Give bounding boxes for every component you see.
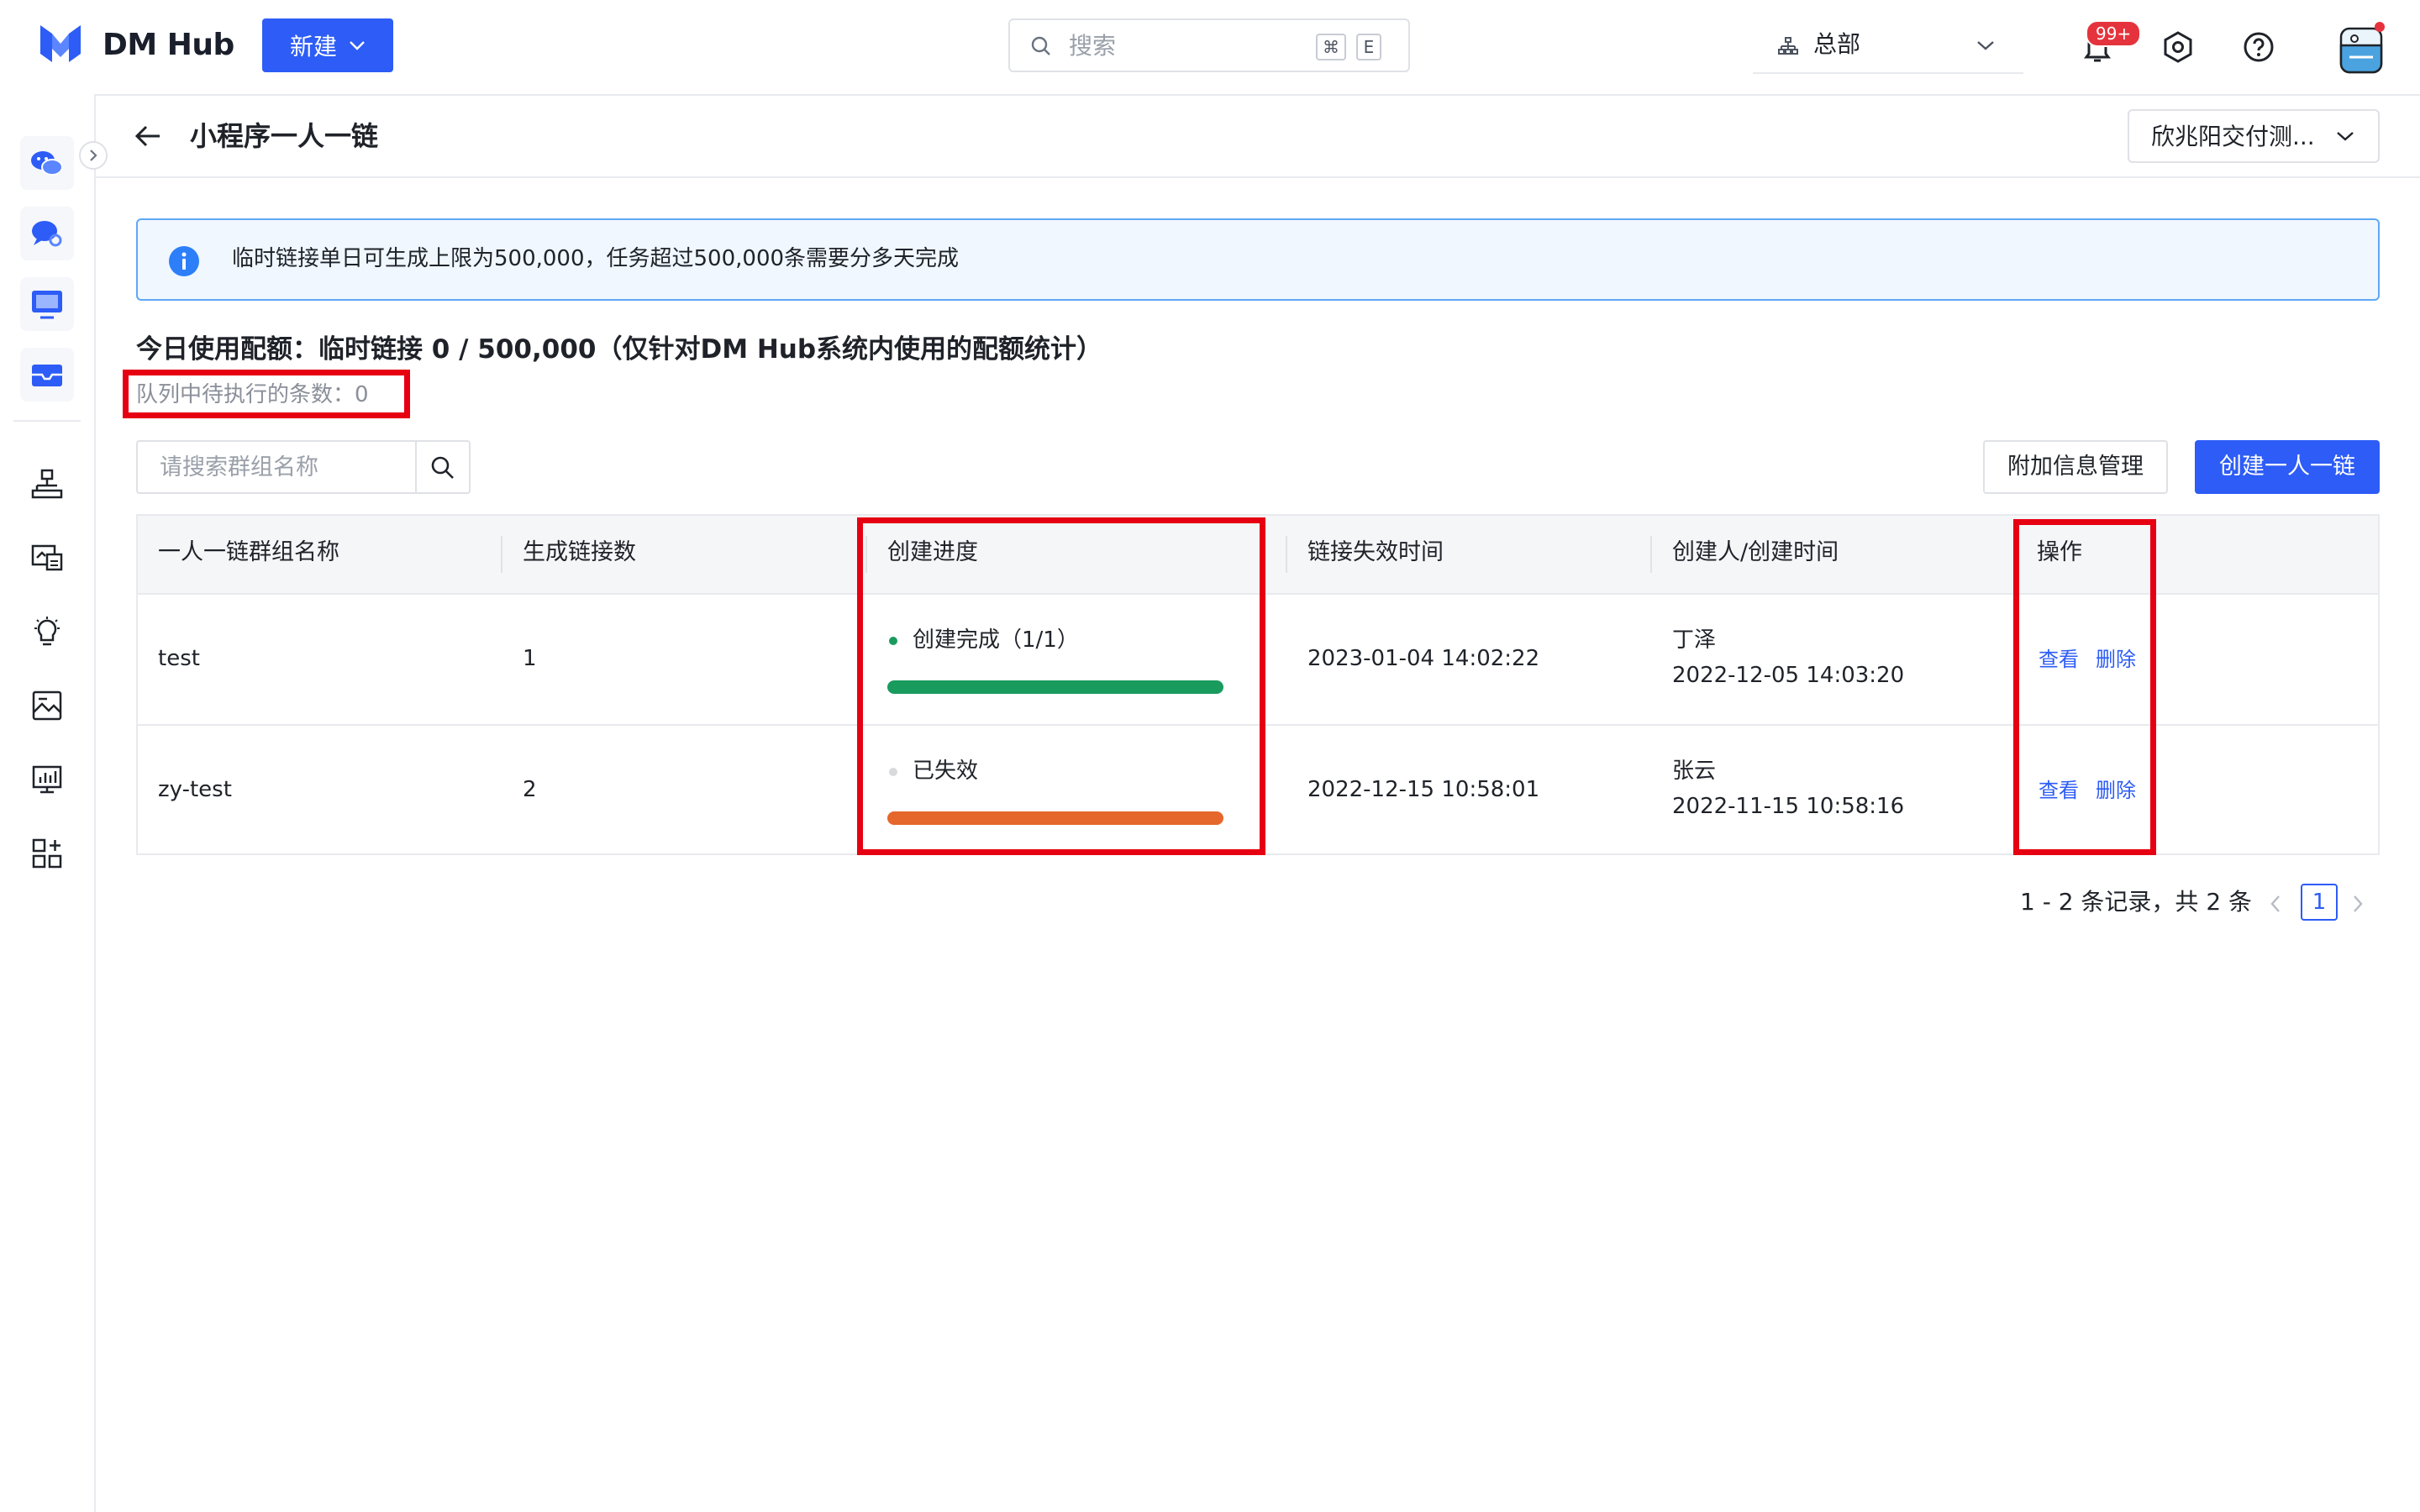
extra-info-button[interactable]: 附加信息管理	[1983, 440, 2168, 494]
info-banner: 临时链接单日可生成上限为500,000，任务超过500,000条需要分多天完成	[136, 218, 2380, 301]
create-link-button[interactable]: 创建一人一链	[2195, 440, 2380, 494]
search-icon	[430, 455, 455, 480]
chevron-down-icon	[1976, 40, 1995, 50]
row-expire-time: 2023-01-04 14:02:22	[1307, 646, 1540, 671]
col-divider	[501, 536, 502, 573]
new-button-label: 新建	[289, 33, 337, 60]
help-icon[interactable]	[2242, 30, 2275, 64]
pagination-summary: 1 - 2 条记录，共 2 条	[2020, 888, 2253, 916]
info-text: 临时链接单日可生成上限为500,000，任务超过500,000条需要分多天完成	[232, 246, 960, 271]
row-name: zy-test	[158, 777, 232, 802]
user-avatar[interactable]	[2336, 20, 2386, 74]
col-header-count: 生成链接数	[523, 539, 636, 565]
row-count: 2	[523, 777, 537, 802]
chevron-down-icon	[2336, 131, 2354, 141]
shortcut-cmd-key: ⌘	[1316, 34, 1346, 60]
info-icon	[168, 245, 200, 277]
global-search-input[interactable]: 搜索 ⌘ E	[1008, 18, 1410, 72]
monitor-icon[interactable]	[20, 277, 74, 331]
dashboard-icon[interactable]	[30, 541, 64, 575]
col-header-expire: 链接失效时间	[1307, 539, 1444, 565]
chevron-down-icon	[349, 40, 366, 50]
col-divider	[1286, 536, 1287, 573]
brand-name: DM Hub	[103, 28, 234, 62]
highlight-box-actions	[2013, 519, 2156, 855]
row-creator: 张云	[1672, 759, 1717, 784]
wechat-icon[interactable]	[20, 136, 74, 190]
prev-page-icon[interactable]	[2269, 894, 2282, 914]
account-selector[interactable]: 欣兆阳交付测...	[2128, 109, 2380, 163]
row-creator: 丁泽	[1672, 627, 1717, 653]
image-chart-icon[interactable]	[30, 689, 64, 722]
account-label: 欣兆阳交付测...	[2151, 123, 2315, 150]
screen-chart-icon[interactable]	[30, 763, 64, 796]
quota-text: 今日使用配额：临时链接 0 / 500,000（仅针对DM Hub系统内使用的配…	[136, 334, 1103, 365]
page-number-current[interactable]: 1	[2301, 884, 2338, 921]
highlight-box-progress	[857, 517, 1265, 855]
dm-hub-logo-icon[interactable]	[37, 20, 84, 67]
org-label: 总部	[1813, 30, 1861, 58]
group-search-button[interactable]	[415, 442, 469, 492]
org-selector[interactable]: 总部	[1753, 18, 2023, 74]
row-created-time: 2022-12-05 14:03:20	[1672, 663, 1905, 688]
group-search-input[interactable]: 请搜索群组名称	[136, 440, 471, 494]
page-title: 小程序一人一链	[190, 120, 379, 152]
search-icon	[1030, 35, 1052, 57]
col-header-creator: 创建人/创建时间	[1672, 539, 1839, 565]
next-page-icon[interactable]	[2351, 894, 2365, 914]
group-search-placeholder: 请搜索群组名称	[160, 454, 318, 480]
col-divider	[1650, 536, 1652, 573]
sidebar-divider	[13, 420, 81, 422]
back-arrow-icon[interactable]	[133, 121, 163, 151]
mailbox-icon[interactable]	[20, 348, 74, 402]
col-header-name: 一人一链群组名称	[158, 539, 339, 565]
row-name: test	[158, 646, 200, 671]
apps-icon[interactable]	[30, 837, 64, 870]
row-expire-time: 2022-12-15 10:58:01	[1307, 777, 1540, 802]
flow-icon[interactable]	[30, 467, 64, 501]
search-placeholder: 搜索	[1069, 32, 1117, 60]
new-button[interactable]: 新建	[262, 18, 393, 72]
highlight-box-queue	[123, 370, 410, 418]
row-created-time: 2022-11-15 10:58:16	[1672, 794, 1905, 819]
page-header	[96, 94, 2420, 178]
notification-badge: 99+	[2086, 20, 2142, 47]
shortcut-e-key: E	[1356, 34, 1381, 60]
settings-hex-icon[interactable]	[2161, 30, 2195, 64]
bulb-icon[interactable]	[30, 615, 64, 648]
org-tree-icon	[1778, 37, 1798, 55]
chat-icon[interactable]	[20, 207, 74, 260]
row-count: 1	[523, 646, 537, 671]
